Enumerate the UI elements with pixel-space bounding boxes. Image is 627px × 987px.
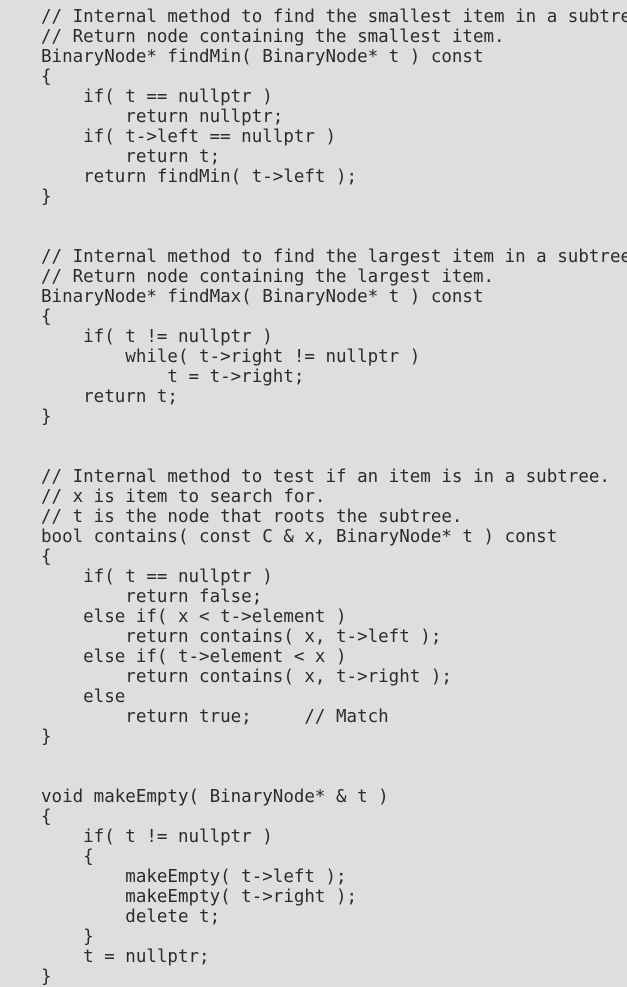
code-line: }	[41, 967, 52, 987]
code-line: // Return node containing the smallest i…	[41, 27, 505, 47]
code-line: // Internal method to find the smallest …	[41, 7, 627, 27]
code-line: else if( t->element < x )	[41, 647, 347, 667]
code-line: BinaryNode* findMin( BinaryNode* t ) con…	[41, 47, 484, 67]
code-line: return t;	[41, 387, 178, 407]
code-line: return nullptr;	[41, 107, 284, 127]
code-line: if( t != nullptr )	[41, 327, 273, 347]
code-line: while( t->right != nullptr )	[41, 347, 421, 367]
code-line: // Internal method to find the largest i…	[41, 247, 627, 267]
code-line: }	[41, 407, 52, 427]
code-line: }	[41, 187, 52, 207]
code-line: t = nullptr;	[41, 947, 210, 967]
code-line: void makeEmpty( BinaryNode* & t )	[41, 787, 389, 807]
code-line: {	[41, 307, 52, 327]
code-line: return findMin( t->left );	[41, 167, 358, 187]
code-line: return contains( x, t->right );	[41, 667, 452, 687]
code-line: return true; // Match	[41, 707, 389, 727]
code-line: else	[41, 687, 126, 707]
code-line: return contains( x, t->left );	[41, 627, 442, 647]
code-line: if( t == nullptr )	[41, 567, 273, 587]
code-line: // t is the node that roots the subtree.	[41, 507, 463, 527]
code-line: {	[41, 807, 52, 827]
code-listing: // Internal method to find the smallest …	[41, 7, 627, 987]
code-line: makeEmpty( t->left );	[41, 867, 347, 887]
code-line: // Return node containing the largest it…	[41, 267, 495, 287]
code-line: BinaryNode* findMax( BinaryNode* t ) con…	[41, 287, 484, 307]
code-line: // x is item to search for.	[41, 487, 326, 507]
code-line: {	[41, 547, 52, 567]
code-line: }	[41, 927, 94, 947]
code-line: bool contains( const C & x, BinaryNode* …	[41, 527, 558, 547]
code-line: if( t == nullptr )	[41, 87, 273, 107]
code-line: else if( x < t->element )	[41, 607, 347, 627]
code-line: return t;	[41, 147, 221, 167]
code-line: {	[41, 847, 94, 867]
code-line: if( t->left == nullptr )	[41, 127, 337, 147]
code-line: {	[41, 67, 52, 87]
code-line: // Internal method to test if an item is…	[41, 467, 610, 487]
code-line: if( t != nullptr )	[41, 827, 273, 847]
code-line: delete t;	[41, 907, 221, 927]
code-line: }	[41, 727, 52, 747]
code-line: makeEmpty( t->right );	[41, 887, 358, 907]
code-line: t = t->right;	[41, 367, 305, 387]
code-line: return false;	[41, 587, 263, 607]
